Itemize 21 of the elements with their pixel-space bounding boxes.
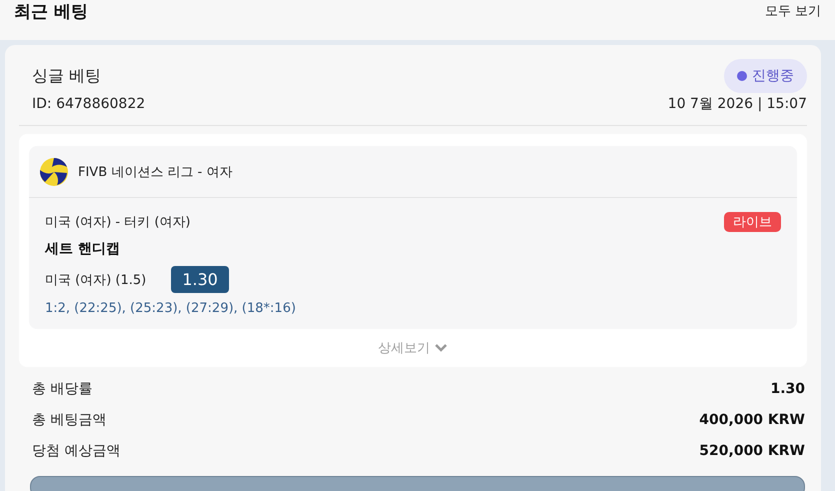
summary-label: 총 배당률 bbox=[32, 380, 92, 398]
market-name: 세트 핸디캡 bbox=[45, 240, 121, 258]
page-title: 최근 베팅 bbox=[14, 0, 88, 22]
summary-value: 520,000 KRW bbox=[699, 442, 805, 458]
bet-type: 싱글 베팅 bbox=[32, 66, 102, 86]
match-name: 미국 (여자) - 터키 (여자) bbox=[45, 214, 191, 231]
summary-label: 당첨 예상금액 bbox=[32, 442, 120, 460]
volleyball-icon bbox=[39, 156, 69, 186]
summary-label: 총 베팅금액 bbox=[32, 410, 106, 428]
league-name: FIVB 네이션스 리그 - 여자 bbox=[78, 164, 232, 180]
selection-name: 미국 (여자) (1.5) bbox=[45, 272, 146, 288]
summary-value: 1.30 bbox=[770, 380, 805, 396]
view-all-link[interactable]: 모두 보기 bbox=[764, 2, 821, 20]
live-badge: 라이브 bbox=[724, 212, 781, 232]
bet-id: ID: 6478860822 bbox=[32, 96, 146, 112]
odds-value: 1.30 bbox=[171, 266, 229, 293]
chevron-down-icon bbox=[434, 343, 448, 353]
summary-value: 400,000 KRW bbox=[699, 412, 805, 428]
status-badge: 진행중 bbox=[724, 59, 807, 93]
bet-datetime: 10 7월 2026 | 15:07 bbox=[668, 95, 807, 113]
score-text: 1:2, (22:25), (25:23), (27:29), (18*:16) bbox=[45, 301, 297, 316]
